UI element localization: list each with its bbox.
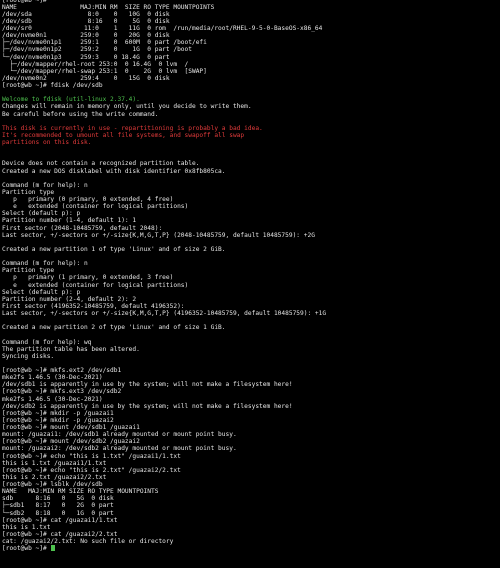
terminal-line: Created a new DOS disklabel with disk id… (2, 167, 226, 175)
terminal-line: ├─/dev/nvme0n1p2 259:2 0 1G 0 part /boot (2, 46, 192, 54)
terminal-line: [root@wb ~]# echo "this is 1.txt" /guaza… (2, 452, 181, 460)
terminal-line: Partition number (1-4, default 1): 1 (2, 217, 137, 225)
terminal-output: [root@wb ~]# NAME MAJ:MIN RM SIZE RO TYPE… (2, 0, 498, 545)
terminal-line: Be careful before using the write comman… (2, 110, 159, 118)
terminal-line: [root@wb ~]# echo "this is 2.txt" /guaza… (2, 466, 181, 474)
terminal-line: The partition table has been altered. (2, 345, 140, 353)
terminal-line: NAME MAJ:MIN RM SIZE RO TYPE MOUNTPOINTS (2, 488, 159, 496)
terminal-line: Command (m for help): wq (2, 338, 92, 346)
terminal-line: e extended (container for logical partit… (2, 203, 189, 211)
terminal-window[interactable]: [root@wb ~]# NAME MAJ:MIN RM SIZE RO TYPE… (0, 0, 500, 568)
terminal-line: Command (m for help): n (2, 181, 88, 189)
terminal-line: cat: /guazai2/2.txt: No such file or dir… (2, 538, 174, 545)
terminal-line: Select (default p): p (2, 210, 81, 218)
terminal-line: [root@wb ~]# cat /guazai1/1.txt (2, 516, 118, 524)
terminal-line: mke2fs 1.46.5 (30-Dec-2021) (2, 395, 103, 403)
terminal-prompt: [root@wb ~]# (2, 545, 51, 553)
terminal-line: [root@wb ~]# cat /guazai2/2.txt (2, 530, 118, 538)
terminal-line: [root@wb ~]# fdisk /dev/sdb (2, 82, 103, 89)
terminal-line: mount: /guazai1: /dev/sdb1 already mount… (2, 431, 237, 439)
terminal-line: [root@wb ~]# mount /dev/sdb1 /guazai1 (2, 424, 140, 431)
terminal-line: Last sector, +/-sectors or +/-size{K,M,G… (2, 310, 327, 317)
terminal-line: Command (m for help): n (2, 260, 88, 268)
terminal-line: └─sdb2 8:18 0 1G 0 part (2, 509, 114, 517)
terminal-line: mke2fs 1.46.5 (30-Dec-2021) (2, 374, 103, 382)
terminal-line: Changes will remain in memory only, unti… (2, 103, 252, 111)
terminal-line: /dev/sr0 11:0 1 11G 0 rom /run/media/roo… (2, 25, 323, 32)
terminal-line: It's recommended to umount all file syst… (2, 131, 245, 139)
terminal-line: Device does not contain a recognized par… (2, 160, 200, 168)
terminal-line: Select (default p): p (2, 288, 81, 296)
terminal-line: ├─/dev/mapper/rhel-root 253:0 0 16.4G 0 … (2, 60, 189, 68)
terminal-line: [root@wb ~]# mkdir -p /guazai2 (2, 416, 114, 424)
terminal-line: First sector (4196352-10485759, default … (2, 302, 185, 310)
terminal-line: this is 1.txt /guazai1/1.txt (2, 459, 107, 467)
terminal-line: [root@wb ~]# lsblk /dev/sdb (2, 481, 103, 488)
terminal-line: This disk is currently in use - repartit… (2, 124, 263, 132)
terminal-line: NAME MAJ:MIN RM SIZE RO TYPE MOUNTPOINTS (2, 3, 215, 11)
terminal-line: └─/dev/mapper/rhel-swap 253:1 0 2G 0 lvm… (2, 67, 207, 75)
terminal-line: First sector (2048-10485759, default 204… (2, 224, 163, 232)
terminal-prompt-line[interactable]: [root@wb ~]# (2, 545, 498, 552)
terminal-line: Syncing disks. (2, 352, 55, 360)
terminal-line: mount: /guazai2: /dev/sdb2 already mount… (2, 445, 237, 453)
terminal-line: Partition number (2-4, default 2): 2 (2, 295, 137, 303)
terminal-line: /dev/sdb1 is apparently in use by the sy… (2, 381, 293, 389)
terminal-line: Welcome to fdisk (util-linux 2.37.4). (2, 96, 140, 104)
terminal-line: Last sector, +/-sectors or +/-size{K,M,G… (2, 231, 315, 239)
terminal-line: [root@wb ~]# mkdir -p /guazai1 (2, 409, 114, 417)
terminal-line: /dev/sdb 8:16 0 5G 0 disk (2, 17, 170, 25)
terminal-line: ├─sdb1 8:17 0 2G 0 part (2, 502, 114, 510)
terminal-line: e extended (container for logical partit… (2, 281, 189, 289)
terminal-line: p primary (0 primary, 0 extended, 4 free… (2, 196, 174, 203)
terminal-line: this is 1.txt (2, 523, 51, 531)
terminal-line: [root@wb ~]# mount /dev/sdb2 /guazai2 (2, 438, 140, 446)
terminal-line: Partition type (2, 267, 55, 275)
terminal-line: Created a new partition 2 of type 'Linux… (2, 324, 226, 332)
terminal-line: [root@wb ~]# mkfs.ext3 /dev/sdb2 (2, 388, 122, 396)
terminal-line: Created a new partition 1 of type 'Linux… (2, 245, 226, 253)
terminal-line: p primary (1 primary, 0 extended, 3 free… (2, 274, 174, 282)
terminal-line: /dev/nvme0n2 259:4 0 15G 0 disk (2, 74, 170, 82)
text-cursor (51, 545, 56, 552)
terminal-line: └─/dev/nvme0n1p3 259:3 0 18.4G 0 part (2, 53, 170, 61)
terminal-line: partitions on this disk. (2, 139, 92, 146)
terminal-line: Partition type (2, 188, 55, 196)
terminal-line: /dev/sdb2 is apparently in use by the sy… (2, 402, 293, 410)
terminal-line: this is 2.txt /guazai2/2.txt (2, 473, 107, 481)
terminal-line: /dev/sda 8:0 0 10G 0 disk (2, 10, 170, 18)
terminal-line: [root@wb ~]# mkfs.ext2 /dev/sdb1 (2, 367, 122, 374)
